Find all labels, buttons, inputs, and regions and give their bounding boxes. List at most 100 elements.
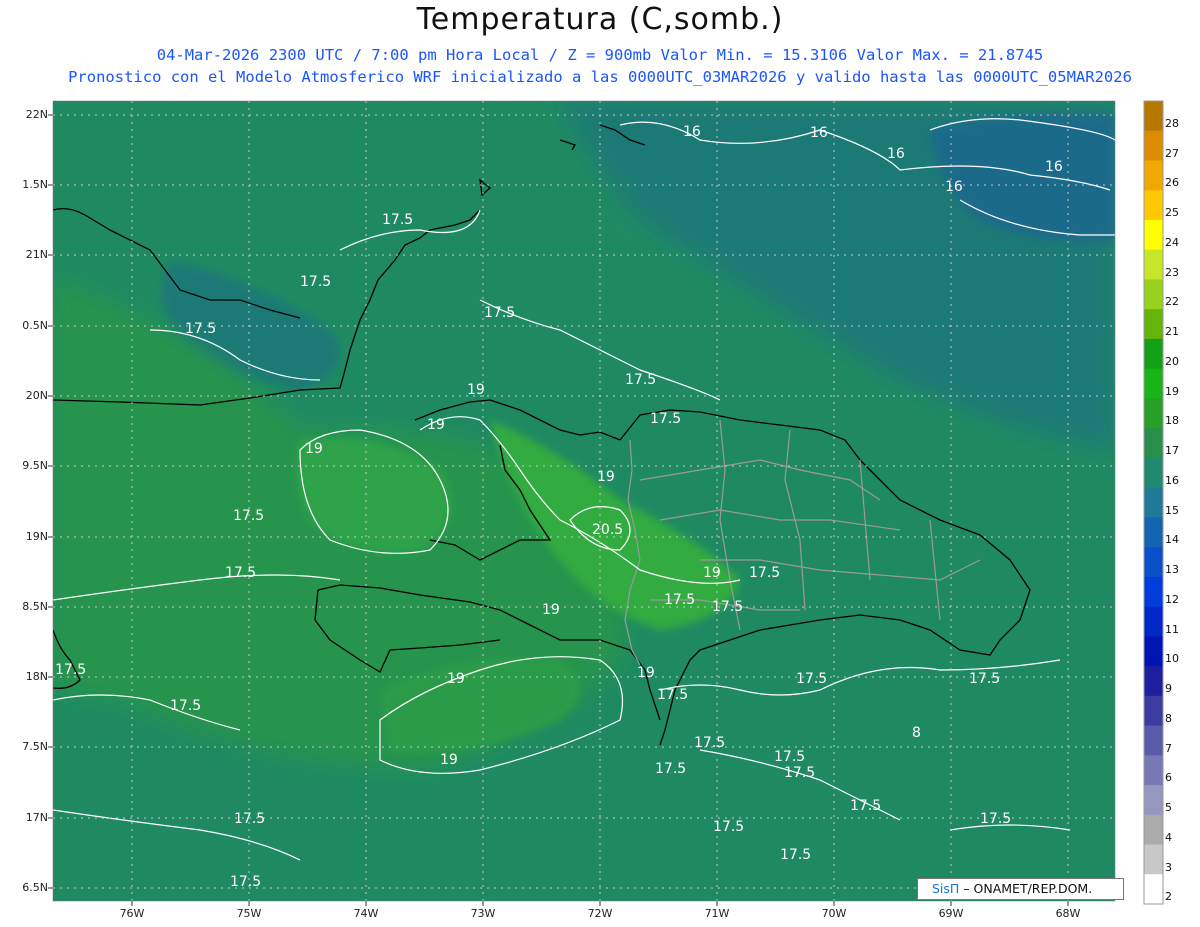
contour-label: 17.5: [655, 761, 687, 777]
contour-label: 19: [637, 665, 655, 681]
contour-label: 17.5: [784, 765, 816, 781]
lon-label: 76W: [119, 907, 145, 920]
contour-label: 19: [447, 671, 465, 687]
colorbar-swatch: [1144, 695, 1163, 727]
colorbar-swatch: [1144, 814, 1163, 846]
lat-label: 7.5N: [22, 740, 48, 753]
colorbar-label: 24: [1165, 235, 1179, 249]
contour-label: 19: [542, 602, 560, 618]
colorbar-label: 11: [1165, 622, 1179, 636]
colorbar-label: 23: [1165, 265, 1179, 279]
lat-label: 20N: [25, 389, 48, 402]
colorbar-label: 9: [1165, 682, 1172, 696]
colorbar-swatch: [1144, 666, 1163, 697]
colorbar-swatch: [1144, 755, 1163, 786]
lon-label: 70W: [821, 907, 847, 920]
contour-label: 19: [440, 752, 458, 768]
contour-label: 17.5: [225, 565, 257, 581]
colorbar-swatch: [1144, 487, 1163, 518]
colorbar-label: 25: [1165, 206, 1179, 220]
contour-label: 17.5: [780, 847, 812, 863]
colorbar-swatch: [1144, 606, 1163, 637]
colorbar-swatch: [1144, 636, 1163, 667]
contour-label: 19: [467, 382, 485, 398]
credit-text: – ONAMET/REP.DOM.: [963, 881, 1093, 896]
lat-label: 22N: [25, 108, 48, 121]
lat-label: 9.5N: [22, 459, 48, 472]
sispi-logo-text: SisΠ: [932, 881, 960, 896]
contour-label: 17.5: [625, 372, 657, 388]
colorbar-label: 14: [1165, 533, 1179, 547]
colorbar-label: 5: [1165, 801, 1172, 815]
contour-label: 16: [810, 125, 828, 141]
lon-label: 74W: [353, 907, 379, 920]
lat-label: 1.5N: [22, 178, 48, 191]
contour-label: 17.5: [712, 599, 744, 615]
contour-label: 16: [945, 179, 963, 195]
contour-label: 17.5: [230, 874, 262, 890]
colorbar-swatch: [1144, 874, 1163, 905]
contour-label: 17.5: [774, 749, 806, 765]
colorbar-swatch: [1144, 457, 1163, 489]
contour-label: 17.5: [55, 662, 87, 678]
credit-box: SisΠ – ONAMET/REP.DOM.: [917, 878, 1124, 900]
contour-label: 19: [703, 565, 721, 581]
lon-label: 75W: [236, 907, 262, 920]
colorbar-label: 17: [1165, 444, 1179, 458]
contour-label: 19: [427, 417, 445, 433]
lon-label: 69W: [938, 907, 964, 920]
colorbar-label: 15: [1165, 503, 1179, 517]
contour-label: 17.5: [185, 321, 217, 337]
colorbar-label: 18: [1165, 414, 1179, 428]
contour-label: 17.5: [850, 798, 882, 814]
contour-label: 17.5: [233, 508, 265, 524]
lon-label: 72W: [587, 907, 613, 920]
colorbar: [1144, 101, 1163, 905]
contour-label: 17.5: [382, 212, 414, 228]
lat-label: 0.5N: [22, 319, 48, 332]
contour-label: 19: [305, 441, 323, 457]
temperature-map: [48, 100, 1164, 906]
contour-label: 17.5: [484, 305, 516, 321]
colorbar-swatch: [1144, 785, 1163, 816]
colorbar-label: 20: [1165, 354, 1179, 368]
colorbar-label: 7: [1165, 741, 1172, 755]
colorbar-swatch: [1144, 101, 1163, 132]
colorbar-label: 19: [1165, 384, 1179, 398]
lon-label: 71W: [704, 907, 730, 920]
contour-label: 17.5: [980, 811, 1012, 827]
colorbar-swatch: [1144, 338, 1163, 370]
colorbar-swatch: [1144, 517, 1163, 548]
contour-label: 16: [887, 146, 905, 162]
lat-label: 8.5N: [22, 600, 48, 613]
colorbar-swatch: [1144, 219, 1163, 251]
colorbar-swatch: [1144, 547, 1163, 578]
colorbar-label: 6: [1165, 771, 1172, 785]
colorbar-label: 8: [1165, 711, 1172, 725]
colorbar-swatch: [1144, 309, 1163, 340]
colorbar-swatch: [1144, 844, 1163, 875]
colorbar-swatch: [1144, 725, 1163, 756]
colorbar-swatch: [1144, 130, 1163, 161]
colorbar-swatch: [1144, 279, 1163, 310]
colorbar-swatch: [1144, 368, 1163, 399]
contour-label: 17.5: [713, 819, 745, 835]
colorbar-label: 13: [1165, 563, 1179, 577]
contour-label: 8: [912, 725, 921, 741]
contour-label: 19: [597, 469, 615, 485]
contour-label: 17.5: [749, 565, 781, 581]
lat-label: 19N: [25, 530, 48, 543]
lon-label: 68W: [1055, 907, 1081, 920]
colorbar-label: 21: [1165, 325, 1179, 339]
colorbar-label: 2: [1165, 890, 1172, 904]
colorbar-label: 16: [1165, 473, 1179, 487]
colorbar-swatch: [1144, 190, 1163, 221]
contour-label: 17.5: [796, 671, 828, 687]
contour-label: 16: [683, 124, 701, 140]
colorbar-swatch: [1144, 160, 1163, 191]
colorbar-label: 27: [1165, 146, 1179, 160]
contour-label: 17.5: [300, 274, 332, 290]
lat-label: 17N: [25, 811, 48, 824]
contour-label: 17.5: [234, 811, 266, 827]
lon-label: 73W: [470, 907, 496, 920]
